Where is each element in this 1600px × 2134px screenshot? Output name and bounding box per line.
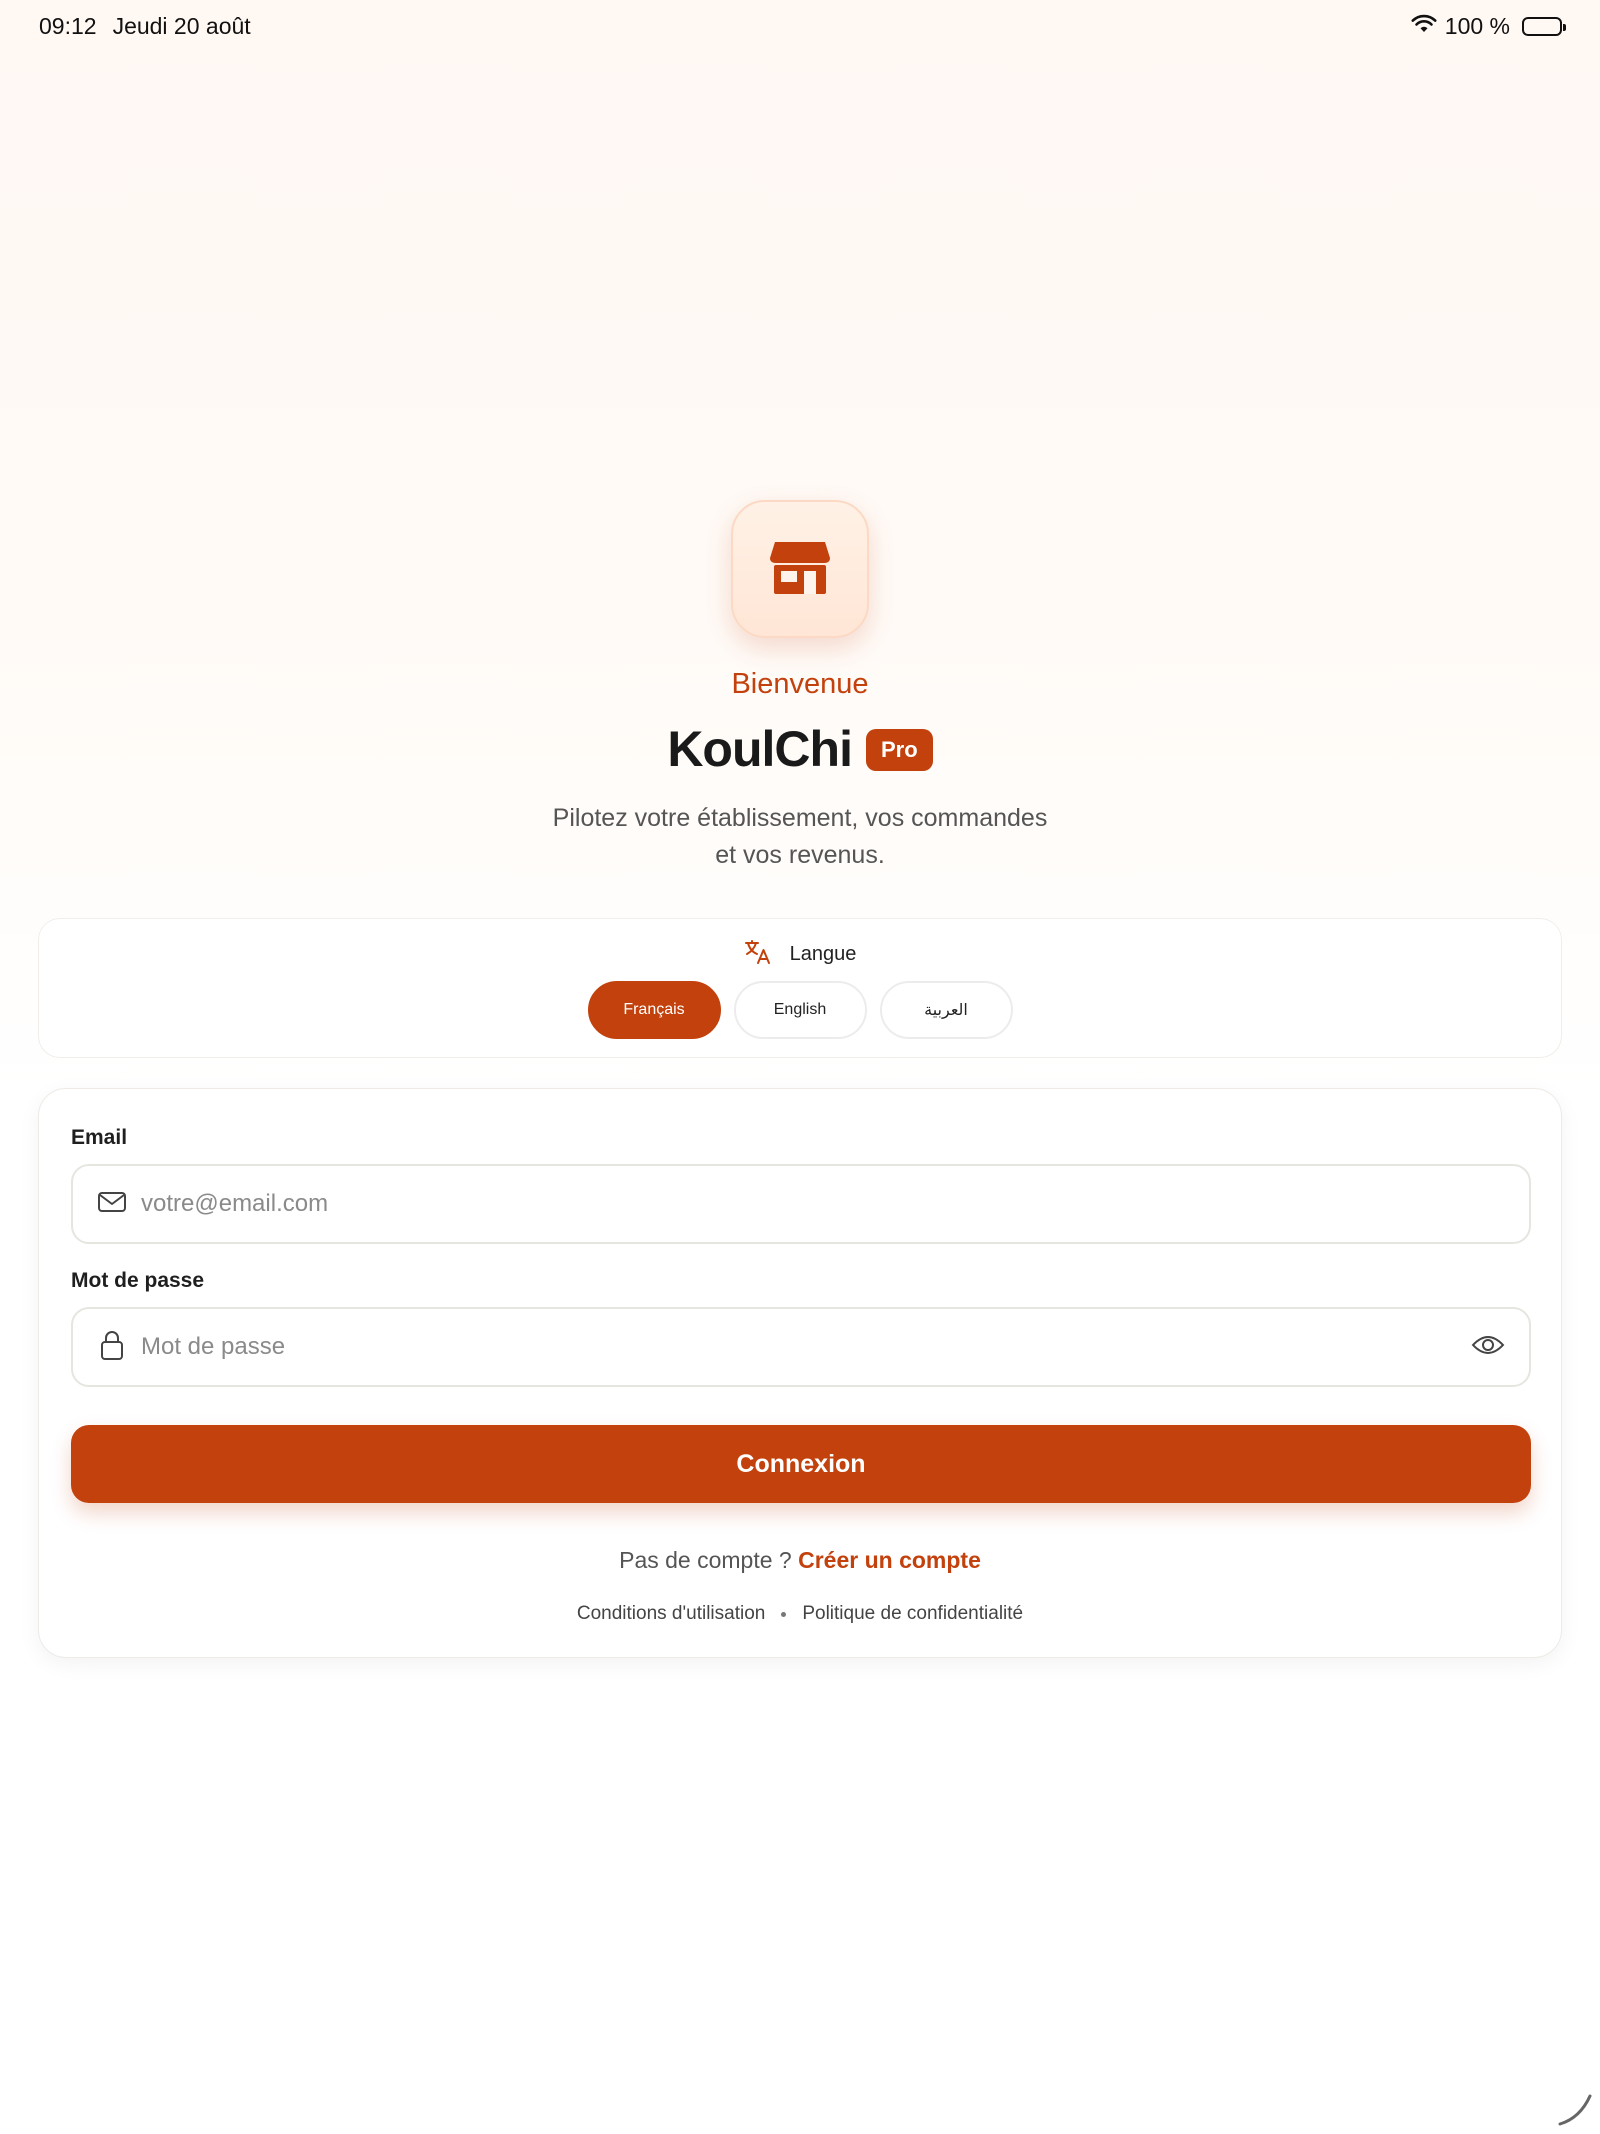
- email-field[interactable]: votre@email.com: [71, 1164, 1531, 1244]
- email-input[interactable]: votre@email.com: [141, 1190, 1505, 1218]
- language-option-arabic[interactable]: العربية: [879, 981, 1013, 1039]
- language-option-english[interactable]: English: [733, 981, 867, 1039]
- tagline: Pilotez votre établissement, vos command…: [552, 804, 1048, 869]
- language-title: Langue: [789, 943, 857, 965]
- storefront-icon: [769, 538, 831, 601]
- status-right: 100 %: [1411, 12, 1566, 40]
- language-card: Langue Français English العربية: [38, 918, 1562, 1058]
- pro-badge: Pro: [865, 729, 933, 771]
- brand-row: KoulChi Pro: [0, 720, 1600, 778]
- translate-icon: [744, 939, 772, 970]
- password-field[interactable]: Mot de passe: [71, 1307, 1531, 1387]
- status-bar: 09:12 Jeudi 20 août 100 %: [0, 0, 1600, 52]
- password-label: Mot de passe: [71, 1269, 205, 1292]
- lock-icon: [97, 1329, 127, 1366]
- email-label: Email: [71, 1126, 128, 1149]
- wifi-icon: [1411, 13, 1437, 40]
- battery-icon: [1522, 16, 1566, 36]
- legal-links: Conditions d'utilisation Politique de co…: [39, 1603, 1561, 1625]
- signup-row: Pas de compte ? Créer un compte: [39, 1547, 1561, 1574]
- app-logo: [731, 500, 869, 638]
- password-input[interactable]: Mot de passe: [141, 1333, 1471, 1361]
- create-account-link[interactable]: Créer un compte: [798, 1547, 981, 1573]
- terms-link[interactable]: Conditions d'utilisation: [577, 1603, 765, 1625]
- battery-percent: 100 %: [1444, 12, 1510, 39]
- resize-handle[interactable]: [1554, 2088, 1594, 2128]
- login-form-card: Email votre@email.com Mot de passe Mot d…: [38, 1088, 1562, 1658]
- status-date: Jeudi 20 août: [112, 12, 251, 39]
- language-options: Français English العربية: [39, 981, 1561, 1039]
- separator-dot: [781, 1611, 787, 1617]
- language-option-french[interactable]: Français: [587, 981, 721, 1039]
- login-button[interactable]: Connexion: [71, 1425, 1531, 1503]
- language-header: Langue: [39, 939, 1561, 970]
- status-time: 09:12: [39, 12, 97, 39]
- mail-icon: [97, 1190, 127, 1219]
- status-left: 09:12 Jeudi 20 août: [39, 13, 251, 40]
- brand-name: KoulChi: [667, 721, 853, 777]
- welcome-text: Bienvenue: [731, 668, 869, 700]
- no-account-text: Pas de compte ?: [619, 1547, 792, 1573]
- privacy-link[interactable]: Politique de confidentialité: [802, 1603, 1023, 1625]
- eye-icon[interactable]: [1471, 1333, 1505, 1362]
